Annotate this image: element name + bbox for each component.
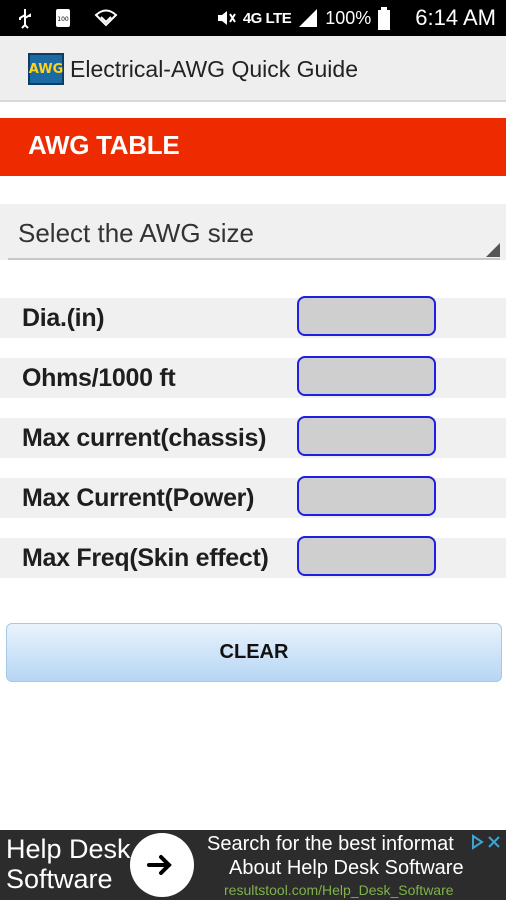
ad-choices[interactable] <box>470 832 502 852</box>
ad-headline: Search for the best informat <box>207 833 454 855</box>
awg-table-banner: AWG TABLE <box>0 118 506 176</box>
field-row-max-current-power: Max Current(Power) <box>0 476 506 518</box>
app-title: Electrical-AWG Quick Guide <box>70 56 358 82</box>
battery-icon <box>377 7 399 30</box>
ad-arrow-button[interactable] <box>130 833 194 897</box>
field-label-ohms: Ohms/1000 ft <box>22 364 176 392</box>
signal-icon <box>297 7 319 29</box>
status-left-icons: 100 <box>14 7 118 29</box>
status-bar: 100 4G LTE 100% 6:14 AM <box>0 0 506 36</box>
field-label-dia: Dia.(in) <box>22 304 105 332</box>
clear-button-label: CLEAR <box>219 641 289 663</box>
app-logo-text: AWG <box>28 61 64 77</box>
close-icon[interactable] <box>487 834 501 850</box>
field-input-max-freq[interactable] <box>297 536 436 576</box>
mute-icon <box>215 7 237 29</box>
dropdown-arrow-icon <box>486 243 500 257</box>
awg-size-spinner[interactable]: Select the AWG size <box>0 204 506 260</box>
field-row-ohms: Ohms/1000 ft <box>0 356 506 398</box>
svg-text:100: 100 <box>57 16 69 23</box>
field-row-dia: Dia.(in) <box>0 296 506 338</box>
field-label-max-current-chassis: Max current(chassis) <box>22 424 267 452</box>
banner-title: AWG TABLE <box>28 130 180 160</box>
field-input-ohms[interactable] <box>297 356 436 396</box>
spinner-selected-text: Select the AWG size <box>18 218 255 248</box>
ad-subline: About Help Desk Software <box>229 857 464 879</box>
ad-left-line2: Software <box>6 864 113 894</box>
ad-url: resultstool.com/Help_Desk_Software <box>224 882 454 898</box>
battery-percentage: 100% <box>325 7 372 28</box>
network-type: 4G LTE <box>242 9 292 27</box>
arrow-right-icon <box>147 855 172 875</box>
ad-left-line1: Help Desk <box>6 834 131 864</box>
spinner-underline <box>8 258 500 260</box>
status-right-icons: 4G LTE 100% 6:14 AM <box>215 5 496 31</box>
field-label-max-freq: Max Freq(Skin effect) <box>22 544 269 572</box>
field-row-max-freq: Max Freq(Skin effect) <box>0 536 506 578</box>
field-input-max-current-chassis[interactable] <box>297 416 436 456</box>
app-logo-icon: AWG <box>28 53 64 85</box>
field-input-dia[interactable] <box>297 296 436 336</box>
sim-icon: 100 <box>54 7 76 29</box>
action-bar: AWG Electrical-AWG Quick Guide <box>0 36 506 102</box>
ad-banner[interactable]: Help Desk Software Search for the best i… <box>0 830 506 900</box>
wifi-hotspot-icon <box>94 7 118 29</box>
usb-icon <box>14 7 36 29</box>
ad-left-text: Help Desk Software <box>6 834 131 894</box>
clear-button[interactable]: CLEAR <box>6 623 502 682</box>
field-label-max-current-power: Max Current(Power) <box>22 484 255 512</box>
adchoices-icon <box>472 834 484 850</box>
clock: 6:14 AM <box>415 5 496 30</box>
field-row-max-current-chassis: Max current(chassis) <box>0 416 506 458</box>
field-input-max-current-power[interactable] <box>297 476 436 516</box>
